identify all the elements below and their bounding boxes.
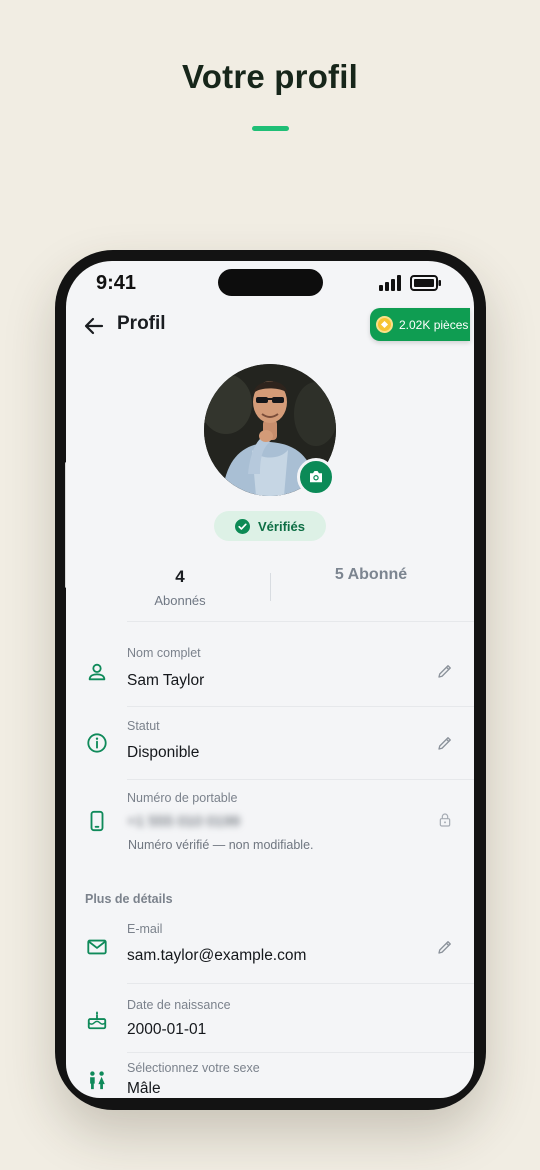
edit-status-pencil-icon[interactable] [436, 734, 454, 752]
header-title: Profil [117, 313, 166, 334]
full-name-label: Nom complet [127, 646, 201, 660]
coins-badge[interactable]: 2.02K pièces [370, 308, 470, 341]
divider [127, 706, 474, 707]
dynamic-island [218, 269, 323, 296]
person-icon [88, 663, 106, 681]
gender-value[interactable]: Mâle [127, 1080, 161, 1098]
signal-icon [379, 275, 401, 291]
lock-icon [439, 813, 451, 827]
stats-divider [270, 573, 271, 601]
mobile-label: Numéro de portable [127, 791, 238, 805]
divider [127, 1052, 474, 1053]
title-underline [252, 126, 289, 131]
mobile-value: +1 555 010 0199 [127, 813, 241, 830]
check-circle-icon [235, 518, 250, 534]
edit-email-pencil-icon[interactable] [436, 938, 454, 956]
edit-name-pencil-icon[interactable] [436, 662, 454, 680]
email-label: E-mail [127, 922, 163, 936]
gender-label: Sélectionnez votre sexe [127, 1061, 260, 1075]
more-details-title: Plus de détails [85, 892, 173, 906]
verified-label: Vérifiés [258, 518, 305, 534]
change-photo-button[interactable] [297, 458, 335, 496]
email-value: sam.taylor@example.com [127, 947, 307, 964]
phone-screen: 9:41 Profil 2.02K pièces Vérifiés 4 Abon… [66, 261, 474, 1098]
coins-label: 2.02K pièces [399, 317, 469, 332]
verified-badge: Vérifiés [214, 511, 326, 541]
birthdate-label: Date de naissance [127, 998, 231, 1012]
status-value: Disponible [127, 744, 200, 761]
mobile-note: Numéro vérifié — non modifiable. [128, 838, 314, 852]
battery-icon [410, 275, 441, 291]
full-name-value: Sam Taylor [127, 672, 205, 689]
back-arrow-icon[interactable] [82, 314, 106, 338]
followers-label: Abonnés [154, 593, 206, 608]
people-icon [90, 1071, 105, 1090]
page-title: Votre profil [182, 58, 358, 95]
divider [127, 983, 474, 984]
mail-icon [87, 939, 107, 955]
smartphone-icon [90, 810, 104, 832]
following-stat[interactable]: 5 Abonné [311, 566, 431, 584]
birthdate-value[interactable]: 2000-01-01 [127, 1021, 206, 1039]
divider [127, 779, 474, 780]
followers-count[interactable]: 4 [130, 567, 230, 587]
camera-icon [310, 471, 322, 483]
cake-icon [87, 1011, 107, 1030]
divider [127, 621, 474, 622]
status-label: Statut [127, 719, 160, 733]
status-time: 9:41 [96, 272, 137, 294]
coin-icon [376, 316, 393, 333]
info-icon [87, 733, 107, 753]
